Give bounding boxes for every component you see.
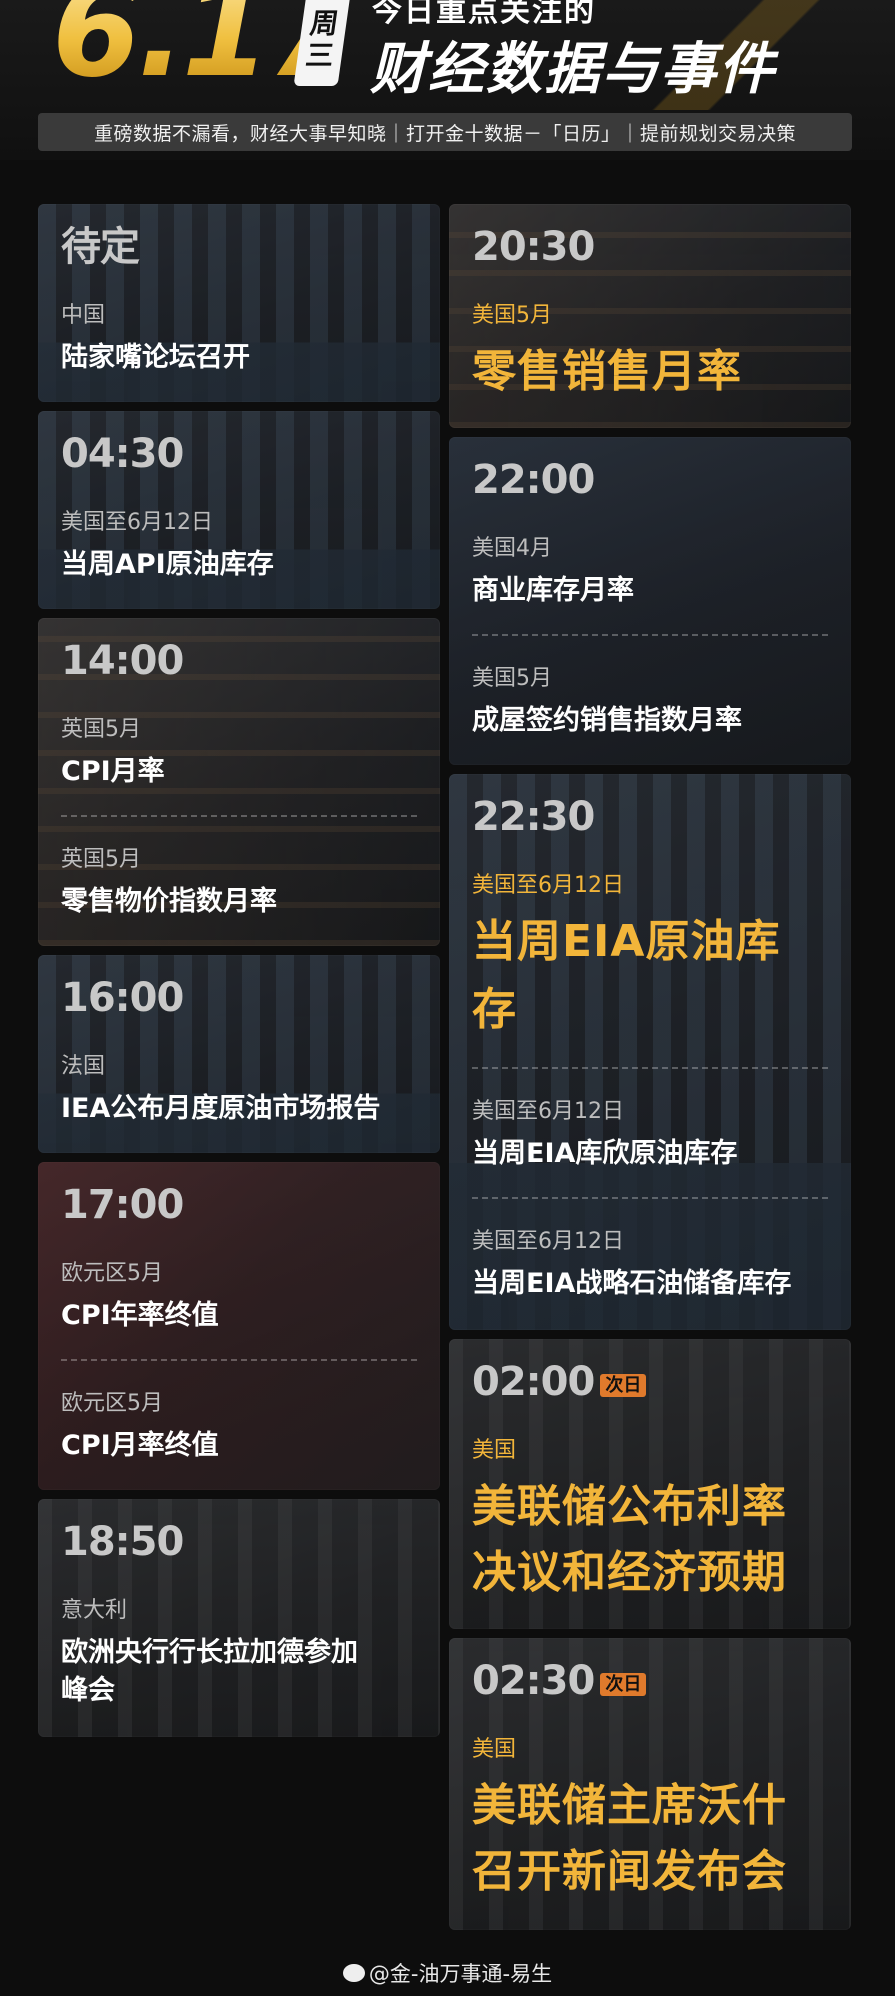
event-title: 当周EIA战略石油储备库存 <box>472 1268 792 1299</box>
event-title: 美联储主席沃什 <box>472 1780 787 1831</box>
event-region: 美国至6月12日 <box>472 1099 624 1124</box>
divider <box>472 1067 828 1069</box>
divider <box>472 1197 828 1199</box>
event-title: CPI月率 <box>61 756 165 787</box>
event-card-2230[interactable]: 22:30 美国至6月12日 当周EIA原油库 存 美国至6月12日 当周EIA… <box>449 774 851 1330</box>
event-card-1850[interactable]: 18:50 意大利 欧洲央行行长拉加德参加 峰会 <box>38 1499 440 1737</box>
event-region: 美国4月 <box>472 536 552 561</box>
event-time: 14:00 <box>61 638 184 684</box>
weekday-char-1: 周 <box>308 6 341 40</box>
event-region: 美国至6月12日 <box>61 510 213 535</box>
event-title: 成屋签约销售指数月率 <box>472 705 742 736</box>
event-title: IEA公布月度原油市场报告 <box>61 1093 381 1124</box>
event-time: 18:50 <box>61 1519 184 1565</box>
event-title: 零售销售月率 <box>472 346 742 397</box>
event-card-2200[interactable]: 22:00 美国4月 商业库存月率 美国5月 成屋签约销售指数月率 <box>449 437 851 765</box>
event-title: 零售物价指数月率 <box>61 886 277 917</box>
event-title: 当周EIA库欣原油库存 <box>472 1138 738 1169</box>
event-time: 20:30 <box>472 224 595 270</box>
event-title: 当周EIA原油库 <box>472 916 781 967</box>
event-title: 当周API原油库存 <box>61 549 274 580</box>
event-card-0200[interactable]: 02:00 次日 美国 美联储公布利率 决议和经济预期 <box>449 1339 851 1629</box>
event-region: 美国至6月12日 <box>472 873 624 898</box>
weekday-char-2: 三 <box>303 39 337 72</box>
event-region: 法国 <box>61 1054 106 1079</box>
event-title: 欧洲央行行长拉加德参加 <box>61 1637 358 1668</box>
event-time: 22:00 <box>472 457 595 503</box>
event-region: 中国 <box>61 303 106 328</box>
event-card-2030[interactable]: 20:30 美国5月 零售销售月率 <box>449 204 851 428</box>
divider <box>61 1359 417 1361</box>
event-region: 美国 <box>472 1438 517 1463</box>
event-card-tbd[interactable]: 待定 中国 陆家嘴论坛召开 <box>38 204 440 402</box>
event-title: 陆家嘴论坛召开 <box>61 342 250 373</box>
header: 6.17 周 三 今日重点关注的 财经数据与事件 重磅数据不漏看，财经大事早知晓… <box>0 0 895 160</box>
event-time: 待定 <box>61 224 140 270</box>
event-title: CPI月率终值 <box>61 1430 219 1461</box>
tagline: 重磅数据不漏看，财经大事早知晓｜打开金十数据－「日历」｜提前规划交易决策 <box>38 113 852 151</box>
event-time: 04:30 <box>61 431 184 477</box>
event-region: 美国 <box>472 1737 517 1762</box>
event-time: 02:30 <box>472 1658 595 1704</box>
event-title-cont: 峰会 <box>61 1675 115 1706</box>
event-time: 16:00 <box>61 975 184 1021</box>
event-title: CPI年率终值 <box>61 1300 219 1331</box>
event-card-1600[interactable]: 16:00 法国 IEA公布月度原油市场报告 <box>38 955 440 1153</box>
event-region: 欧元区5月 <box>61 1261 163 1286</box>
event-card-0230[interactable]: 02:30 次日 美国 美联储主席沃什 召开新闻发布会 <box>449 1638 851 1930</box>
event-time: 02:00 <box>472 1359 595 1405</box>
footer: @金-油万事通-易生 <box>0 1958 895 1988</box>
next-day-badge: 次日 <box>600 1373 647 1398</box>
event-title-cont: 决议和经济预期 <box>472 1547 787 1598</box>
weibo-logo-icon <box>342 1964 365 1982</box>
page-title: 财经数据与事件 <box>370 37 776 102</box>
divider <box>61 815 417 817</box>
event-title: 美联储公布利率 <box>472 1481 787 1532</box>
event-region: 美国5月 <box>472 666 552 691</box>
event-region: 英国5月 <box>61 847 141 872</box>
event-title-cont: 存 <box>472 984 517 1035</box>
next-day-badge: 次日 <box>600 1672 647 1697</box>
event-title-cont: 召开新闻发布会 <box>472 1846 787 1897</box>
event-region: 意大利 <box>61 1598 128 1623</box>
event-region: 美国至6月12日 <box>472 1229 624 1254</box>
event-region: 美国5月 <box>472 303 552 328</box>
event-region: 欧元区5月 <box>61 1391 163 1416</box>
event-card-1700[interactable]: 17:00 欧元区5月 CPI年率终值 欧元区5月 CPI月率终值 <box>38 1162 440 1490</box>
event-title: 商业库存月率 <box>472 575 634 606</box>
event-time: 22:30 <box>472 794 595 840</box>
event-time-row: 02:00 次日 <box>472 1359 647 1405</box>
event-region: 英国5月 <box>61 717 141 742</box>
divider <box>472 634 828 636</box>
event-card-0430[interactable]: 04:30 美国至6月12日 当周API原油库存 <box>38 411 440 609</box>
event-time-row: 02:30 次日 <box>472 1658 647 1704</box>
footer-author[interactable]: @金-油万事通-易生 <box>369 1962 552 1986</box>
event-time: 17:00 <box>61 1182 184 1228</box>
event-card-1400[interactable]: 14:00 英国5月 CPI月率 英国5月 零售物价指数月率 <box>38 618 440 946</box>
